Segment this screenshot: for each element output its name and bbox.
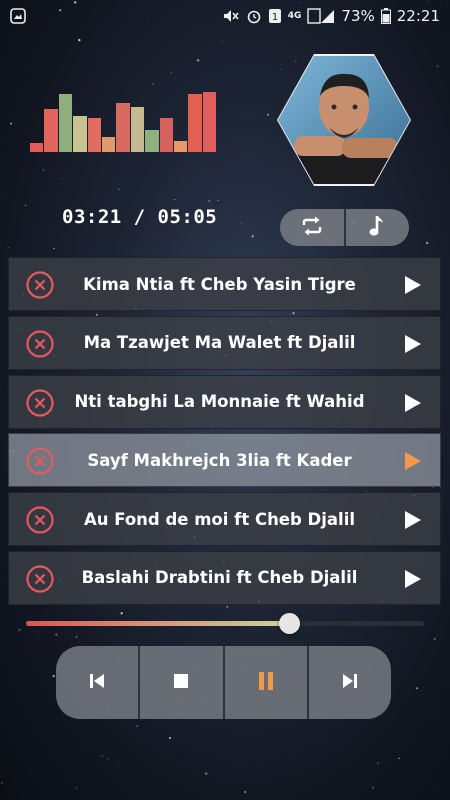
- seek-thumb[interactable]: [278, 613, 300, 634]
- play-icon[interactable]: [404, 569, 422, 589]
- battery-icon: [380, 8, 391, 24]
- remove-icon[interactable]: [25, 564, 55, 594]
- play-icon[interactable]: [404, 393, 422, 413]
- network-icon: 4G: [288, 11, 302, 21]
- status-bar: 1 4G 73% 22:21: [0, 0, 450, 32]
- mute-icon: [222, 8, 240, 24]
- track-title: Nti tabghi La Monnaie ft Wahid: [74, 392, 365, 412]
- audio-visualizer: [30, 88, 217, 152]
- visualizer-bar: [44, 109, 58, 152]
- signal-icon: [307, 8, 335, 24]
- seek-bar[interactable]: [26, 612, 424, 636]
- playlist-row[interactable]: Nti tabghi La Monnaie ft Wahid: [8, 374, 441, 429]
- visualizer-bar: [159, 118, 173, 152]
- remove-icon[interactable]: [25, 270, 55, 300]
- network-type: 4G: [287, 11, 302, 21]
- playlist-row[interactable]: Baslahi Drabtini ft Cheb Djalil: [8, 550, 441, 605]
- track-title: Baslahi Drabtini ft Cheb Djalil: [81, 568, 358, 588]
- remove-icon[interactable]: [25, 505, 55, 535]
- remove-icon[interactable]: [25, 446, 55, 476]
- playlist: Kima Ntia ft Cheb Yasin Tigre Ma Tzawjet …: [8, 257, 441, 610]
- track-title: Kima Ntia ft Cheb Yasin Tigre: [83, 274, 356, 294]
- visualizer-bar: [73, 116, 87, 152]
- visualizer-bar: [101, 136, 116, 152]
- stop-icon: [172, 672, 190, 694]
- visualizer-bar: [145, 130, 159, 152]
- play-icon[interactable]: [404, 334, 422, 354]
- music-note-icon: [368, 214, 386, 242]
- repeat-button[interactable]: [280, 209, 344, 246]
- clock: 22:21: [396, 7, 440, 25]
- next-button[interactable]: [306, 646, 391, 719]
- playlist-row[interactable]: Ma Tzawjet Ma Walet ft Djalil: [8, 315, 441, 370]
- repeat-icon: [300, 215, 324, 241]
- seek-progress: [26, 621, 289, 626]
- pause-button[interactable]: [222, 646, 307, 719]
- playback-controls: [56, 646, 391, 719]
- sim-icon: 1: [268, 8, 282, 24]
- visualizer-bar: [87, 118, 101, 152]
- playlist-row[interactable]: Au Fond de moi ft Cheb Djalil: [8, 492, 441, 547]
- track-title: Au Fond de moi ft Cheb Djalil: [83, 509, 356, 529]
- mode-controls: [280, 209, 409, 246]
- music-library-button[interactable]: [343, 209, 409, 246]
- stop-button[interactable]: [138, 646, 223, 719]
- next-icon: [341, 672, 359, 694]
- previous-icon: [88, 672, 106, 694]
- visualizer-bar: [173, 141, 188, 152]
- remove-icon[interactable]: [25, 329, 55, 359]
- visualizer-bar: [130, 107, 145, 152]
- play-icon[interactable]: [404, 510, 422, 530]
- playback-time: 03:21 / 05:05: [62, 206, 218, 228]
- playlist-row[interactable]: Kima Ntia ft Cheb Yasin Tigre: [8, 257, 441, 311]
- visualizer-bar: [188, 94, 202, 152]
- previous-button[interactable]: [56, 646, 139, 719]
- track-title: Sayf Makhrejch 3lia ft Kader: [87, 450, 352, 470]
- remove-icon[interactable]: [25, 388, 55, 418]
- alarm-icon: [246, 8, 262, 24]
- visualizer-bar: [116, 103, 130, 152]
- battery-percent: 73%: [341, 7, 375, 25]
- track-title: Ma Tzawjet Ma Walet ft Djalil: [83, 333, 356, 353]
- visualizer-bar: [58, 94, 73, 152]
- pause-icon: [257, 671, 275, 695]
- svg-text:1: 1: [272, 12, 278, 23]
- visualizer-bar: [202, 91, 217, 152]
- visualizer-bar: [30, 143, 44, 152]
- play-icon[interactable]: [404, 275, 422, 295]
- playlist-row[interactable]: Sayf Makhrejch 3lia ft Kader: [8, 433, 441, 488]
- gallery-icon: [10, 8, 26, 24]
- artist-avatar: [276, 52, 412, 188]
- play-icon[interactable]: [404, 451, 422, 471]
